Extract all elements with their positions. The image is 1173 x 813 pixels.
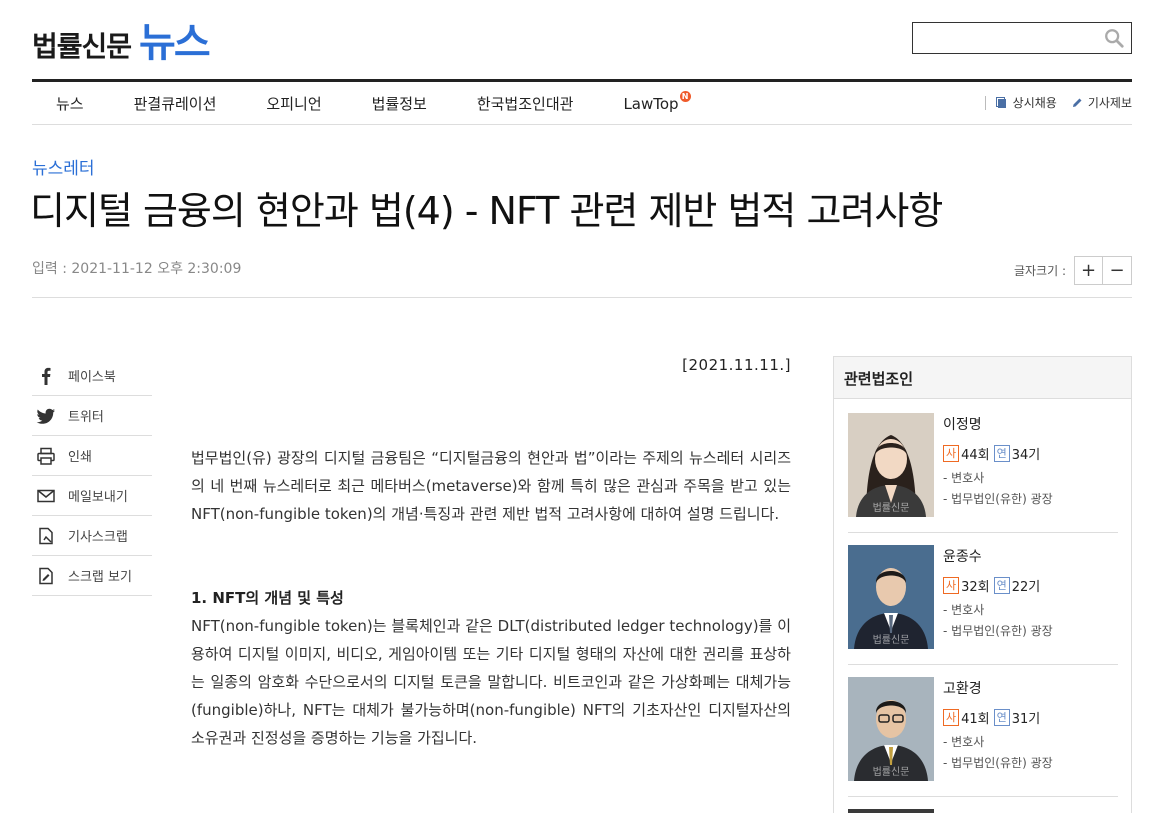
article-paragraph: 법무법인(유) 광장의 디지털 금융팀은 “디지털금융의 현안과 법”이라는 주… [191, 449, 791, 523]
share-facebook-label: 페이스북 [68, 370, 116, 385]
lawyer-role: - 변호사 [943, 603, 985, 617]
bar-exam-round: 44회 [961, 448, 990, 463]
lawyer-card[interactable]: 법률신문 윤종수 사 32회 연 22기 - 변호사 - 법무법인(유한) 광장 [848, 545, 1118, 665]
nav-item-opinion[interactable]: 오피니언 [266, 93, 321, 114]
related-lawyers-title: 관련법조인 [834, 357, 1131, 399]
font-size-label: 글자크기 : [1013, 264, 1066, 278]
article-title: 디지털 금융의 현안과 법(4) - NFT 관련 제반 법적 고려사항 [30, 189, 943, 233]
lawyer-exam-info: 사 32회 연 22기 [943, 576, 1053, 595]
training-tag: 연 [993, 445, 1010, 462]
nav-utilities: 상시채용 기사제보 [984, 94, 1132, 111]
search-input[interactable] [913, 23, 1093, 53]
training-class: 31기 [1011, 712, 1041, 727]
bar-exam-round: 32회 [961, 580, 990, 595]
font-decrease-button[interactable]: − [1103, 256, 1132, 285]
mail-icon [37, 489, 55, 502]
site-header: 법률신문 뉴스 [32, 0, 1132, 80]
lawyer-role: - 변호사 [943, 471, 985, 485]
lawyer-name[interactable]: 윤종수 [943, 546, 1053, 566]
lawyer-photo[interactable]: 법률신문 [848, 545, 934, 649]
nav-item-news[interactable]: 뉴스 [56, 93, 84, 114]
font-size-control: 글자크기 : + − [1014, 256, 1132, 285]
article-input-date: 입력 : 2021-11-12 오후 2:30:09 [32, 261, 242, 277]
recruit-label: 상시채용 [1012, 96, 1057, 110]
portrait-image: 법률신문 [848, 545, 934, 649]
portrait-image: 법률신문 [848, 677, 934, 781]
lawyer-role: - 변호사 [943, 735, 985, 749]
lawyer-card[interactable]: 법률신문 고환경 사 41회 연 31기 - 변호사 - 법무법인(유한) 광장 [848, 677, 1118, 797]
news-tip-label: 기사제보 [1087, 96, 1132, 110]
article-scrap[interactable]: 기사스크랩 [32, 516, 152, 556]
article-body-date: [2021.11.11.] [682, 356, 791, 374]
scrap-view-icon [39, 567, 53, 584]
lawyer-firm: - 법무법인(유한) 광장 [943, 756, 1053, 770]
lawyer-firm: - 법무법인(유한) 광장 [943, 624, 1053, 638]
training-class: 34기 [1011, 448, 1041, 463]
news-tip-link[interactable]: 기사제보 [1071, 94, 1132, 111]
recruit-link[interactable]: 상시채용 [995, 94, 1057, 111]
nav-item-lawtop-label: LawTop [623, 94, 679, 113]
lawyer-firm: - 법무법인(유한) 광장 [943, 492, 1053, 506]
article-scrap-label: 기사스크랩 [68, 530, 128, 545]
share-panel: 페이스북 트위터 인쇄 메일보내기 기사스크랩 스크랩 보기 [32, 356, 152, 596]
bar-exam-round: 41회 [961, 712, 990, 727]
training-tag: 연 [993, 577, 1010, 594]
logo-sub-text: 뉴스 [139, 20, 211, 66]
bar-exam-tag: 사 [943, 445, 960, 462]
search-box [912, 22, 1132, 54]
view-scraps-label: 스크랩 보기 [68, 570, 132, 585]
lawyer-info: 이정명 사 44회 연 34기 - 변호사 - 법무법인(유한) 광장 [943, 413, 1053, 507]
share-print[interactable]: 인쇄 [32, 436, 152, 476]
divider [984, 95, 986, 110]
view-scraps[interactable]: 스크랩 보기 [32, 556, 152, 596]
article-meta: 입력 : 2021-11-12 오후 2:30:09 글자크기 : + − [32, 248, 1132, 298]
logo-main-text: 법률신문 [32, 30, 132, 63]
training-class: 22기 [1011, 580, 1041, 595]
bar-exam-tag: 사 [943, 709, 960, 726]
portrait-image: 법률신문 [848, 413, 934, 517]
share-twitter[interactable]: 트위터 [32, 396, 152, 436]
share-email[interactable]: 메일보내기 [32, 476, 152, 516]
share-twitter-label: 트위터 [68, 410, 104, 425]
share-print-label: 인쇄 [68, 450, 92, 465]
twitter-icon [36, 408, 55, 424]
main-nav: 뉴스 판결큐레이션 오피니언 법률정보 한국법조인대관 LawTop N 상시채… [32, 79, 1132, 125]
document-icon [995, 96, 1006, 108]
article-paragraph: NFT(non-fungible token)는 블록체인과 같은 DLT(di… [191, 617, 791, 747]
training-tag: 연 [993, 709, 1010, 726]
site-logo[interactable]: 법률신문 뉴스 [32, 10, 211, 68]
pencil-icon [1072, 98, 1082, 107]
font-increase-button[interactable]: + [1074, 256, 1103, 285]
nav-item-legal-info[interactable]: 법률정보 [372, 93, 427, 114]
related-lawyers-panel: 관련법조인 법률신문 이정명 사 44회 연 34기 - 변호사 - 법무법인(… [833, 356, 1132, 813]
printer-icon [37, 447, 55, 465]
watermark: 법률신문 [873, 502, 910, 514]
search-icon[interactable] [1103, 27, 1125, 49]
lawyer-card[interactable]: 법률신문 이정명 사 44회 연 34기 - 변호사 - 법무법인(유한) 광장 [848, 413, 1118, 533]
lawyer-info: 윤종수 사 32회 연 22기 - 변호사 - 법무법인(유한) 광장 [943, 545, 1053, 639]
lawyer-photo-partial[interactable] [848, 809, 934, 813]
share-facebook[interactable]: 페이스북 [32, 356, 152, 396]
article-section-heading: 1. NFT의 개념 및 특성 [191, 589, 344, 607]
watermark: 법률신문 [873, 634, 910, 646]
share-email-label: 메일보내기 [68, 490, 128, 505]
article-body: [2021.11.11.] 법무법인(유) 광장의 디지털 금융팀은 “디지털금… [191, 356, 791, 752]
lawyer-name[interactable]: 고환경 [943, 678, 1053, 698]
bar-exam-tag: 사 [943, 577, 960, 594]
nav-item-lawyer-directory[interactable]: 한국법조인대관 [477, 93, 574, 114]
facebook-icon [42, 367, 51, 385]
scrap-icon [39, 527, 53, 544]
lawyer-name[interactable]: 이정명 [943, 414, 1053, 434]
nav-item-lawtop[interactable]: LawTop N [623, 90, 691, 113]
lawyer-info: 고환경 사 41회 연 31기 - 변호사 - 법무법인(유한) 광장 [943, 677, 1053, 771]
lawyer-exam-info: 사 41회 연 31기 [943, 708, 1053, 727]
new-badge: N [679, 90, 691, 102]
watermark: 법률신문 [873, 766, 910, 778]
nav-item-judgment-curation[interactable]: 판결큐레이션 [134, 93, 217, 114]
lawyer-photo[interactable]: 법률신문 [848, 677, 934, 781]
lawyer-exam-info: 사 44회 연 34기 [943, 444, 1053, 463]
lawyer-photo[interactable]: 법률신문 [848, 413, 934, 517]
article-category[interactable]: 뉴스레터 [32, 154, 95, 179]
